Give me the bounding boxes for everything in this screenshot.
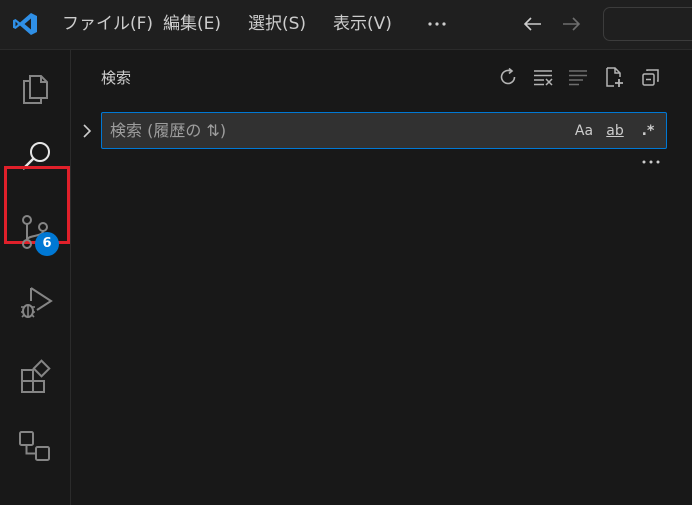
remote-explorer-icon[interactable] <box>17 427 55 465</box>
toggle-search-details-icon[interactable] <box>639 154 663 170</box>
search-input[interactable] <box>110 113 550 148</box>
sidebar-title: 検索 <box>101 69 132 87</box>
new-search-editor-icon[interactable] <box>603 66 625 88</box>
menu-edit[interactable]: 編集(E) <box>163 12 221 36</box>
source-control-badge: 6 <box>35 232 59 256</box>
menu-selection[interactable]: 選択(S) <box>248 12 306 36</box>
toggle-replace-chevron-icon[interactable] <box>79 120 95 142</box>
match-case-toggle[interactable]: Aa <box>572 119 596 143</box>
command-center[interactable] <box>603 7 692 41</box>
match-whole-word-toggle[interactable]: ab <box>602 119 628 143</box>
run-debug-icon[interactable] <box>17 283 55 321</box>
search-box: Aa ab .* <box>101 112 667 149</box>
view-as-tree-icon[interactable] <box>640 66 662 88</box>
use-regex-toggle[interactable]: .* <box>636 119 660 143</box>
clear-results-icon[interactable] <box>532 66 554 88</box>
menu-file[interactable]: ファイル(F) <box>62 12 153 36</box>
vscode-logo-icon <box>12 11 38 37</box>
title-bar: ファイル(F) 編集(E) 選択(S) 表示(V) <box>0 0 692 50</box>
refresh-icon[interactable] <box>497 66 519 88</box>
extensions-icon[interactable] <box>17 357 55 395</box>
search-sidebar: 検索 Aa <box>71 50 692 505</box>
explorer-icon[interactable] <box>17 67 55 105</box>
forward-arrow-icon[interactable] <box>559 12 583 36</box>
activity-bar: 6 <box>0 50 71 505</box>
collapse-results-icon[interactable] <box>567 66 589 88</box>
back-arrow-icon[interactable] <box>521 12 545 36</box>
menu-more-button[interactable] <box>424 12 450 36</box>
menu-view[interactable]: 表示(V) <box>333 12 392 36</box>
